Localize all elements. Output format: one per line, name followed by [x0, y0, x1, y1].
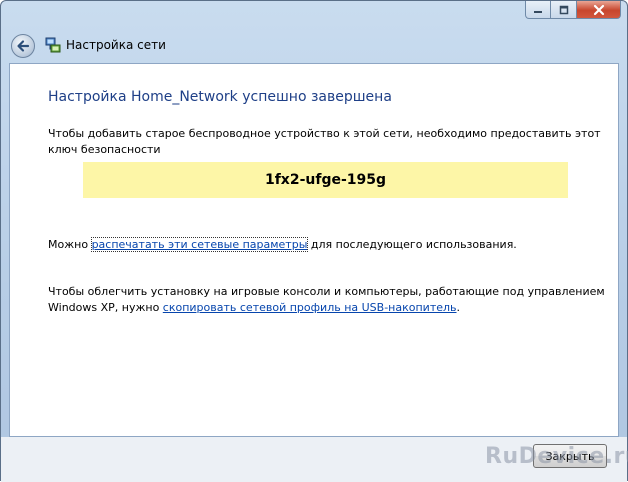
caption-buttons [525, 1, 621, 19]
close-button[interactable]: Закрыть [533, 444, 607, 468]
window-title: Настройка сети [66, 38, 166, 52]
title-bar: Настройка сети [1, 1, 627, 63]
print-settings-text: Можно распечатать эти сетевые параметры … [48, 237, 517, 253]
window-close-button[interactable] [577, 1, 621, 19]
security-key-box: 1fx2-ufge-195g [83, 162, 568, 198]
usb-profile-text: Чтобы облегчить установку на игровые кон… [48, 284, 608, 316]
print-settings-link[interactable]: распечатать эти сетевые параметры [90, 237, 309, 252]
footer-bar: Закрыть [1, 437, 627, 482]
maximize-icon [559, 5, 568, 14]
back-button[interactable] [11, 34, 35, 58]
network-setup-window: Настройка сети Настройка Home_Network ус… [0, 0, 628, 482]
instruction-text: Чтобы добавить старое беспроводное устро… [48, 127, 601, 156]
minimize-icon [534, 10, 542, 13]
back-arrow-icon [17, 40, 30, 52]
maximize-button[interactable] [551, 1, 577, 19]
print-prefix: Можно [48, 238, 92, 251]
page-heading: Настройка Home_Network успешно завершена [48, 89, 392, 105]
usb-suffix: . [456, 301, 461, 314]
close-icon [593, 4, 604, 15]
minimize-button[interactable] [525, 1, 551, 19]
network-setup-icon [45, 37, 61, 53]
print-suffix: для последующего использования. [307, 238, 517, 251]
copy-to-usb-link[interactable]: скопировать сетевой профиль на USB-накоп… [163, 301, 457, 314]
content-area: Настройка Home_Network успешно завершена… [9, 63, 619, 437]
security-key: 1fx2-ufge-195g [264, 172, 387, 188]
